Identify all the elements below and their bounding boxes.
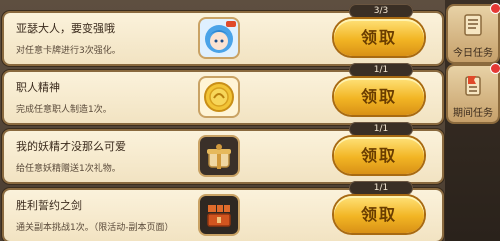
gift-item-icon (200, 137, 238, 175)
coin-emblem-icon (200, 78, 238, 116)
task-description: 通关副本挑战1次。（限活动-副本页面） (16, 223, 174, 233)
treasure-chest-icon (200, 196, 238, 234)
claim-button[interactable]: 领取 (334, 19, 424, 56)
tab-period-tasks[interactable]: 期间任务 (448, 64, 500, 122)
task-progress: 1/1 (349, 122, 413, 136)
task-title: 亚瑟大人，要变强哦 (16, 22, 115, 35)
task-description: 完成任意职人制造1次。 (16, 105, 112, 115)
task-description: 对任意卡牌进行3次强化。 (16, 46, 121, 56)
task-title: 我的妖精才没那么可爱 (16, 140, 126, 153)
notification-dot (491, 4, 500, 13)
task-progress: 3/3 (349, 4, 413, 18)
task-card: 职人精神 完成任意职人制造1次。 1/1 领取 (4, 63, 442, 123)
flag-scroll-icon (465, 76, 481, 96)
task-title: 职人精神 (16, 81, 60, 94)
tab-label: 期间任务 (453, 108, 493, 119)
tab-daily-tasks[interactable]: 今日任务 (448, 4, 500, 62)
task-progress: 1/1 (349, 181, 413, 195)
notification-dot (491, 64, 500, 73)
task-card: 亚瑟大人，要变强哦 对任意卡牌进行3次强化。 3/3 领取 (4, 4, 442, 64)
scroll-icon (464, 14, 482, 36)
character-portrait-icon (200, 19, 238, 57)
claim-button[interactable]: 领取 (334, 137, 424, 174)
task-title: 胜利誓约之剑 (16, 199, 82, 212)
task-description: 给任意妖精赠送1次礼物。 (16, 164, 121, 174)
task-progress: 1/1 (349, 63, 413, 77)
claim-button[interactable]: 领取 (334, 196, 424, 233)
tab-label: 今日任务 (453, 48, 493, 59)
claim-button[interactable]: 领取 (334, 78, 424, 115)
task-card: 我的妖精才没那么可爱 给任意妖精赠送1次礼物。 1/1 领取 (4, 122, 442, 182)
task-card: 胜利誓约之剑 通关副本挑战1次。（限活动-副本页面） 1/1 领取 (4, 181, 442, 241)
